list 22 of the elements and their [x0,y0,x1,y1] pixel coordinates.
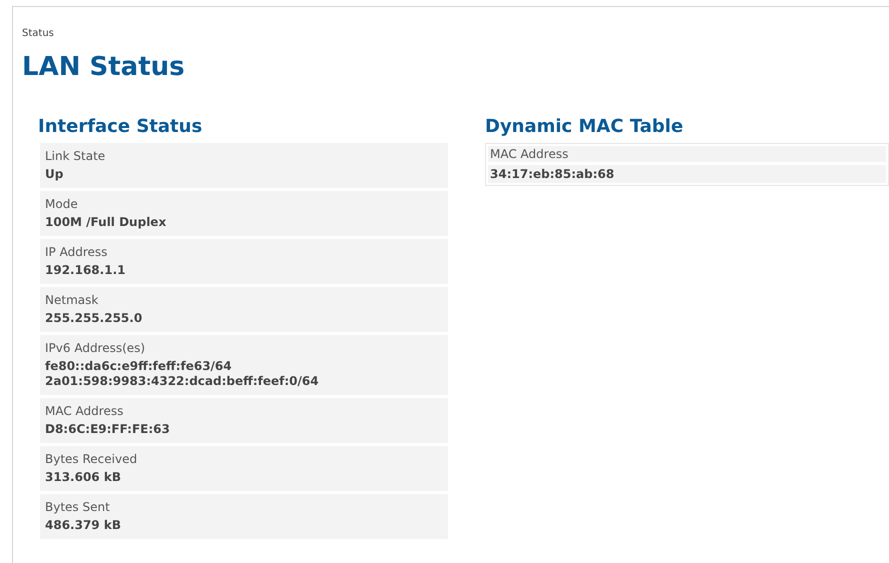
section-heading: Interface Status [38,115,204,139]
field-label: Mode [45,196,78,213]
section-heading: Dynamic MAC Table [485,115,684,139]
field-value: 313.606 kB [45,470,121,485]
breadcrumb: Status [22,27,55,41]
field-label: IP Address [45,244,108,261]
column-header: MAC Address [488,146,886,162]
field-label: Link State [45,148,106,165]
field-label: Netmask [45,292,98,309]
field-value: 192.168.1.1 [45,263,126,278]
field-value: D8:6C:E9:FF:FE:63 [45,422,170,437]
page-title: LAN Status [22,51,186,83]
field-label: IPv6 Address(es) [45,340,146,357]
field-value: 100M /Full Duplex [45,215,166,230]
field-value: Up [45,167,64,182]
table-cell: 34:17:eb:85:ab:68 [488,165,886,183]
field-label: Bytes Received [45,451,138,468]
field-value: fe80::da6c:e9ff:feff:fe63/64 2a01:598:9983:4322:dcad:beff:feef:0/64 [45,359,319,389]
field-label: MAC Address [45,403,124,420]
field-value: 255.255.255.0 [45,311,142,326]
field-value: 486.379 kB [45,518,121,533]
field-label: Bytes Sent [45,499,110,516]
